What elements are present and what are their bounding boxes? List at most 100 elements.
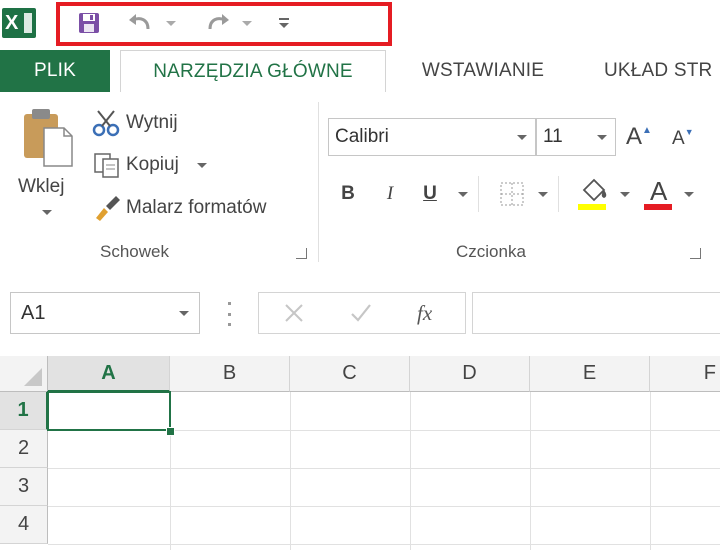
grow-font-button[interactable]: A ▲ — [626, 120, 652, 154]
copy-label: Kopiuj — [126, 154, 179, 175]
formula-bar-splitter[interactable] — [228, 302, 232, 326]
font-launcher-icon[interactable] — [690, 248, 701, 259]
row-header-2[interactable]: 2 — [0, 430, 48, 468]
caret-down-icon: ▼ — [684, 127, 694, 137]
select-all-corner[interactable] — [0, 356, 48, 392]
font-name-value: Calibri — [335, 126, 389, 147]
paste-button[interactable]: Wklej — [12, 106, 84, 236]
select-all-triangle-icon — [24, 368, 42, 386]
active-cell-a1[interactable] — [47, 391, 171, 431]
chevron-down-icon — [597, 135, 607, 140]
undo-dropdown[interactable] — [164, 10, 178, 36]
font-color-swatch — [644, 204, 672, 210]
redo-dropdown[interactable] — [240, 10, 254, 36]
fill-color-dropdown-icon[interactable] — [620, 192, 630, 197]
worksheet-grid: A B C D E F 1 2 3 4 — [0, 356, 720, 550]
cancel-icon[interactable] — [283, 302, 305, 324]
chevron-down-icon — [279, 23, 289, 28]
grid-line — [410, 392, 411, 550]
grid-line — [48, 506, 720, 507]
cut-button[interactable]: Wytnij — [92, 108, 178, 138]
shrink-font-label: A — [672, 128, 685, 149]
format-painter-button[interactable]: Malarz formatów — [92, 192, 266, 224]
grid-line — [530, 392, 531, 550]
chevron-down-icon — [42, 210, 52, 215]
name-box[interactable]: A1 — [10, 292, 200, 334]
font-size-combo[interactable]: 11 — [536, 118, 616, 156]
customize-bar-icon — [279, 18, 289, 20]
tab-page-layout[interactable]: UKŁAD STR — [604, 50, 720, 92]
undo-icon — [129, 14, 150, 30]
chevron-down-icon — [166, 20, 176, 26]
grid-line — [290, 392, 291, 550]
tab-insert[interactable]: WSTAWIANIE — [394, 50, 572, 92]
grow-font-label: A — [626, 123, 643, 150]
clipboard-launcher-icon[interactable] — [296, 248, 307, 259]
shrink-font-button[interactable]: A ▼ — [672, 124, 694, 154]
paintbrush-icon — [96, 196, 120, 221]
name-box-value: A1 — [21, 301, 46, 324]
paint-bucket-icon — [578, 178, 607, 210]
customize-qat-button[interactable] — [274, 10, 294, 36]
chevron-down-icon — [517, 135, 527, 140]
undo-button[interactable] — [124, 10, 158, 36]
font-group-label: Czcionka — [456, 242, 526, 261]
borders-icon — [500, 182, 524, 206]
column-header-f[interactable]: F — [650, 356, 720, 392]
tab-file[interactable]: PLIK — [0, 50, 110, 92]
redo-button[interactable] — [200, 10, 234, 36]
column-header-b[interactable]: B — [170, 356, 290, 392]
group-separator — [318, 102, 319, 262]
row-header-3[interactable]: 3 — [0, 468, 48, 506]
fill-handle[interactable] — [166, 427, 175, 436]
font-separator — [558, 176, 559, 212]
chevron-down-icon — [179, 311, 189, 316]
format-painter-label: Malarz formatów — [126, 197, 267, 218]
column-header-d[interactable]: D — [410, 356, 530, 392]
excel-logo-icon: X — [2, 8, 36, 38]
underline-dropdown-icon[interactable] — [458, 192, 468, 197]
grid-line — [48, 468, 720, 469]
copy-button[interactable]: Kopiuj — [92, 150, 207, 180]
insert-function-button[interactable]: fx — [417, 301, 432, 326]
borders-dropdown-icon[interactable] — [538, 192, 548, 197]
column-header-c[interactable]: C — [290, 356, 410, 392]
font-size-value: 11 — [543, 126, 563, 147]
copy-icon — [94, 153, 119, 178]
paste-icon — [24, 109, 73, 167]
column-header-e[interactable]: E — [530, 356, 650, 392]
italic-button[interactable]: I — [380, 178, 400, 210]
chevron-down-icon — [196, 162, 207, 168]
enter-check-icon[interactable] — [349, 302, 373, 324]
bold-button[interactable]: B — [338, 178, 358, 210]
redo-icon — [208, 14, 229, 30]
grid-line — [650, 392, 651, 550]
clipboard-group-label: Schowek — [100, 242, 169, 261]
font-separator — [478, 176, 479, 212]
save-button[interactable] — [74, 10, 104, 36]
row-header-4[interactable]: 4 — [0, 506, 48, 544]
grid-line — [48, 544, 720, 545]
font-color-button[interactable]: A — [644, 176, 674, 212]
fill-color-button[interactable] — [576, 176, 610, 212]
excel-logo-letter: X — [5, 12, 19, 34]
title-bar: X — [0, 0, 720, 50]
ribbon-tabs: PLIK NARZĘDZIA GŁÓWNE WSTAWIANIE UKŁAD S… — [0, 50, 720, 93]
save-icon — [79, 13, 99, 33]
scissors-icon — [92, 110, 120, 137]
cut-label: Wytnij — [126, 112, 178, 133]
paste-label: Wklej — [18, 176, 65, 197]
font-color-label: A — [650, 176, 668, 206]
column-header-a[interactable]: A — [48, 356, 170, 392]
font-color-dropdown-icon[interactable] — [684, 192, 694, 197]
formula-bar: A1 fx — [0, 270, 720, 356]
chevron-down-icon — [242, 20, 252, 26]
borders-button[interactable] — [498, 180, 526, 208]
underline-button[interactable]: U — [420, 178, 440, 210]
ribbon: Wklej Wytnij Kopiuj Malarz formatów Scho… — [0, 92, 720, 271]
row-header-1[interactable]: 1 — [0, 392, 48, 430]
formula-buttons: fx — [258, 292, 466, 334]
tab-home[interactable]: NARZĘDZIA GŁÓWNE — [120, 50, 386, 93]
formula-input[interactable] — [472, 292, 720, 334]
font-name-combo[interactable]: Calibri — [328, 118, 536, 156]
